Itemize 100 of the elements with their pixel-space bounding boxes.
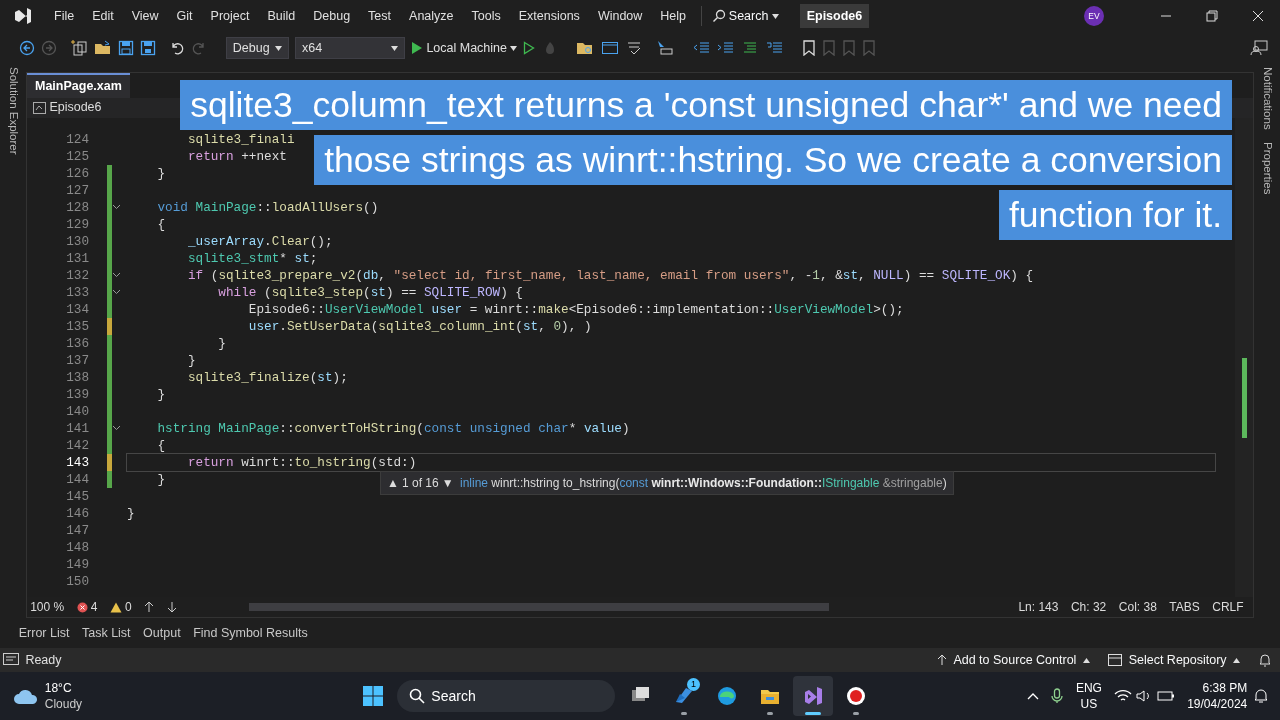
cloud-icon[interactable]: [12, 687, 39, 705]
error-count[interactable]: 4: [76, 598, 98, 616]
down-arrow-icon[interactable]: [166, 601, 177, 613]
start-icon[interactable]: [362, 685, 385, 707]
platform-dropdown[interactable]: x64: [295, 37, 405, 59]
menu-item[interactable]: Debug: [304, 6, 360, 26]
solution-explorer-tab[interactable]: Solution Explorer: [4, 67, 22, 618]
select-repository-button[interactable]: Select Repository: [1108, 650, 1240, 670]
vertical-scrollbar[interactable]: [1235, 117, 1253, 597]
battery-icon[interactable]: [1154, 689, 1175, 703]
caption-text: those strings as winrt::hstring. So we create a conversion: [314, 135, 1232, 185]
menu-item[interactable]: Build: [258, 6, 305, 26]
search-button[interactable]: Search: [708, 6, 782, 26]
line-ending[interactable]: CRLF: [1212, 598, 1244, 616]
warning-count[interactable]: 0: [109, 598, 132, 616]
output-icon[interactable]: [3, 653, 20, 667]
caret-icon: [274, 45, 282, 51]
folder-search-icon[interactable]: [576, 40, 595, 56]
menu-item[interactable]: Tools: [462, 6, 510, 26]
project-dropdown[interactable]: Episode6: [49, 98, 102, 118]
pointer-icon[interactable]: [655, 40, 674, 56]
notification-bell-icon[interactable]: [1258, 653, 1271, 667]
taskbar-app[interactable]: 1: [664, 676, 704, 716]
code-line: sqlite3_finalize(st);: [187, 368, 348, 386]
overload-up-icon[interactable]: ▲: [387, 476, 399, 490]
collapse-icon[interactable]: [112, 204, 121, 211]
indent-icon[interactable]: [716, 40, 735, 56]
clock[interactable]: 6:38 PM 19/04/2024: [1187, 680, 1248, 712]
editor-tab[interactable]: MainPage.xam: [27, 73, 130, 98]
tool-window-tab[interactable]: Error List: [18, 623, 70, 643]
line-number: 125: [65, 147, 89, 165]
code-line: return ++next: [187, 147, 287, 165]
line-number: 130: [65, 232, 89, 250]
taskbar-app[interactable]: [793, 676, 834, 716]
line-number: 138: [65, 368, 89, 386]
line-number: 150: [65, 572, 89, 590]
line-number: 148: [65, 538, 89, 556]
overload-down-icon[interactable]: ▼: [441, 476, 454, 490]
tool-window-tab[interactable]: Task List: [81, 623, 131, 643]
code-line: }: [157, 470, 166, 488]
outdent-icon[interactable]: [692, 40, 711, 56]
window-icon[interactable]: [600, 40, 619, 56]
menu-item[interactable]: Extensions: [509, 6, 589, 26]
line-number: 136: [65, 334, 89, 352]
collapse-icon[interactable]: [112, 289, 121, 296]
temperature[interactable]: 18°C: [44, 680, 83, 696]
wifi-icon[interactable]: [1114, 689, 1133, 703]
side-panel-tab[interactable]: Properties: [1258, 142, 1276, 195]
menu-item[interactable]: Project: [201, 6, 259, 26]
open-folder-icon[interactable]: [93, 40, 112, 56]
collapse-icon[interactable]: [112, 425, 121, 432]
menu-item[interactable]: Edit: [83, 6, 123, 26]
line-number: 135: [65, 317, 89, 335]
tool-window-tab[interactable]: Output: [143, 623, 181, 643]
account-avatar[interactable]: EV: [1084, 6, 1104, 26]
restore-icon[interactable]: [1206, 10, 1218, 22]
app-logo[interactable]: [12, 6, 33, 26]
menu-item[interactable]: Analyze: [400, 6, 463, 26]
collapse-icon[interactable]: [112, 272, 121, 279]
line-number: 131: [65, 249, 89, 267]
indent-mode[interactable]: TABS: [1169, 598, 1200, 616]
uncomment-icon[interactable]: [764, 40, 783, 56]
weather-condition[interactable]: Cloudy: [44, 696, 83, 712]
new-project-icon[interactable]: [69, 40, 88, 56]
microphone-icon[interactable]: [1051, 688, 1064, 704]
up-arrow-icon[interactable]: [144, 601, 155, 613]
caret-icon: [391, 45, 398, 51]
line-number: 140: [65, 402, 89, 420]
menu-item[interactable]: Git: [167, 6, 202, 26]
code-line: Episode6::UserViewModel user = winrt::make<Episode6::implementation::UserViewModel>();: [248, 300, 904, 318]
line-number: 142: [65, 436, 89, 454]
menu-item[interactable]: Help: [651, 6, 696, 26]
add-to-source-control-button[interactable]: Add to Source Control: [937, 650, 1090, 670]
tool-window-tab[interactable]: Find Symbol Results: [193, 623, 308, 643]
menu-item[interactable]: Test: [359, 6, 401, 26]
side-panel-tab[interactable]: Notifications: [1258, 67, 1276, 130]
save-icon[interactable]: [118, 40, 134, 56]
play-outline-icon[interactable]: [523, 41, 536, 55]
run-button[interactable]: Local Machine: [411, 38, 518, 58]
configuration-dropdown[interactable]: Debug: [225, 37, 289, 59]
bookmark-icon[interactable]: [801, 40, 816, 56]
zoom-dropdown[interactable]: 100 %: [30, 598, 65, 616]
line-number: 133: [65, 283, 89, 301]
back-icon[interactable]: [18, 40, 35, 56]
code-line: }: [218, 334, 226, 352]
repository-icon: [1108, 654, 1123, 666]
speaker-icon[interactable]: [1135, 689, 1152, 703]
input-language[interactable]: ENG US: [1075, 680, 1102, 712]
menu-item[interactable]: View: [122, 6, 168, 26]
line-number: 129: [65, 215, 89, 233]
taskbar-search[interactable]: Search: [396, 680, 615, 712]
overload-counter: 1 of 16: [402, 476, 439, 490]
code-line: }: [127, 504, 135, 522]
feedback-icon[interactable]: [1249, 40, 1268, 56]
menu-item[interactable]: Window: [588, 6, 652, 26]
chevron-up-icon[interactable]: [1026, 691, 1039, 701]
close-icon[interactable]: [1252, 10, 1264, 22]
menu-item[interactable]: File: [45, 6, 84, 26]
save-all-icon[interactable]: [140, 40, 157, 56]
horizontal-scrollbar[interactable]: [249, 603, 830, 611]
